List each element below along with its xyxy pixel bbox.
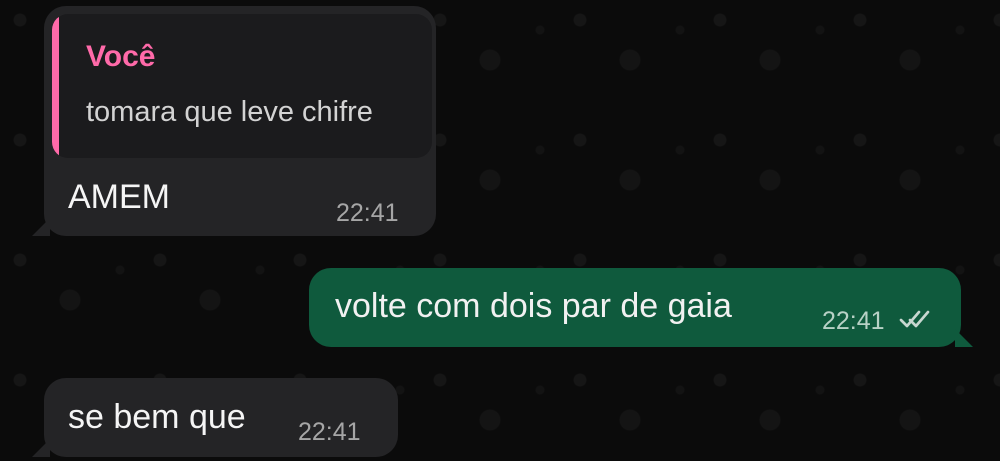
incoming-message-bubble[interactable]: se bem que 22:41 bbox=[32, 378, 398, 457]
message-tail bbox=[955, 329, 973, 347]
message-time: 22:41 bbox=[822, 307, 885, 335]
reply-quote-bar bbox=[52, 14, 59, 158]
message-text: se bem que bbox=[68, 398, 246, 436]
double-check-icon bbox=[899, 310, 930, 328]
message-time: 22:41 bbox=[298, 418, 361, 446]
outgoing-message-bubble[interactable]: volte com dois par de gaia 22:41 bbox=[309, 268, 973, 347]
reply-text: tomara que leve chifre bbox=[86, 96, 373, 128]
reply-author: Você bbox=[86, 40, 156, 73]
reply-quote[interactable]: Você tomara que leve chifre bbox=[52, 14, 432, 158]
message-time: 22:41 bbox=[336, 199, 399, 227]
chat-area: Você tomara que leve chifre AMEM 22:41 v… bbox=[0, 0, 1000, 461]
message-tail bbox=[32, 218, 50, 236]
message-text: volte com dois par de gaia bbox=[335, 287, 732, 325]
message-tail bbox=[32, 439, 50, 457]
message-text: AMEM bbox=[68, 178, 170, 216]
incoming-message-bubble[interactable]: Você tomara que leve chifre AMEM 22:41 bbox=[32, 6, 436, 236]
